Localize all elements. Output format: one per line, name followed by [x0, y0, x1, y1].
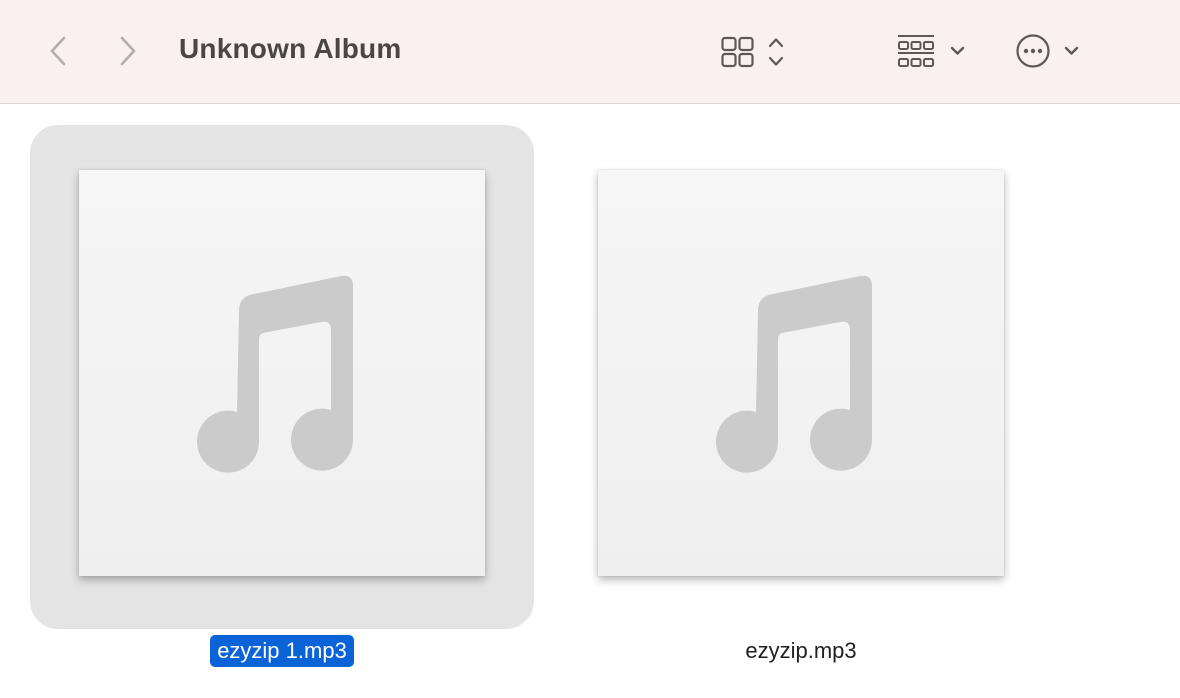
file-thumbnail[interactable] — [79, 170, 485, 576]
back-button[interactable] — [40, 30, 76, 72]
chevron-right-icon — [120, 36, 136, 66]
file-thumbnail[interactable] — [598, 170, 1004, 576]
toolbar: Unknown Album — [0, 0, 1180, 104]
file-name-label[interactable]: ezyzip.mp3 — [738, 635, 863, 667]
view-mode-button[interactable] — [718, 28, 792, 74]
group-by-icon — [898, 35, 965, 67]
more-actions-button[interactable] — [1012, 28, 1088, 74]
selected-tile-highlight — [30, 125, 534, 629]
file-item[interactable]: ezyzip 1.mp3 — [30, 125, 534, 685]
ellipsis-circle-icon — [1016, 34, 1079, 68]
file-grid: ezyzip 1.mp3 ezyzip.mp3 — [0, 105, 1180, 698]
group-by-button[interactable] — [895, 28, 971, 74]
music-note-icon — [716, 275, 872, 473]
chevron-left-icon — [50, 36, 66, 66]
icon-grid-view-icon — [721, 36, 784, 68]
forward-button[interactable] — [110, 30, 146, 72]
music-note-icon — [197, 275, 353, 473]
tile — [549, 125, 1053, 629]
file-name-label[interactable]: ezyzip 1.mp3 — [210, 635, 354, 667]
file-item[interactable]: ezyzip.mp3 — [549, 125, 1053, 685]
window-title: Unknown Album — [179, 33, 402, 64]
